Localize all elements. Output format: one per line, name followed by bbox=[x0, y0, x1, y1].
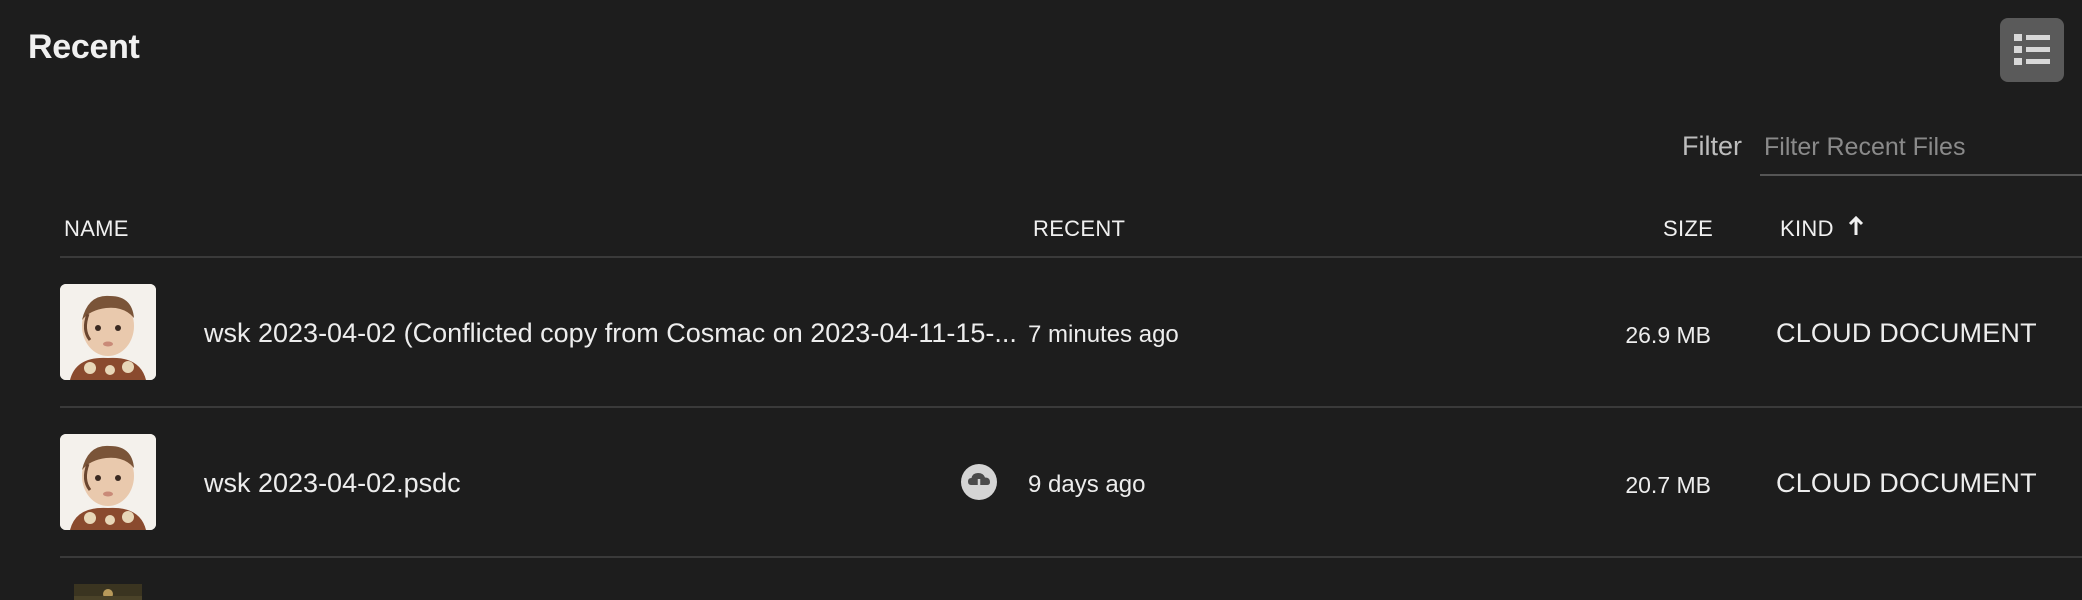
recent-time: 7 minutes ago bbox=[1028, 321, 1179, 348]
page-title: Recent bbox=[28, 28, 140, 66]
table-row[interactable]: wsk 2023-04-02 (Conflicted copy from Cos… bbox=[0, 257, 2082, 407]
file-kind: CLOUD DOCUMENT bbox=[1776, 318, 2037, 348]
column-header-kind-label: KIND bbox=[1780, 216, 1834, 241]
file-name: wsk 2023-04-02.psdc bbox=[204, 468, 461, 498]
cloud-download-icon[interactable] bbox=[960, 463, 998, 501]
file-name: wsk 2023-04-02 (Conflicted copy from Cos… bbox=[204, 318, 1017, 348]
list-view-icon bbox=[2014, 33, 2050, 67]
column-header-kind[interactable]: KIND bbox=[1780, 215, 1864, 242]
file-thumbnail bbox=[60, 434, 156, 530]
row-divider bbox=[60, 556, 2082, 558]
file-thumbnail bbox=[60, 284, 156, 380]
column-header-name[interactable]: NAME bbox=[64, 216, 129, 242]
column-header-size[interactable]: SIZE bbox=[1663, 216, 1713, 242]
file-thumbnail bbox=[74, 584, 142, 600]
recent-time: 9 days ago bbox=[1028, 471, 1146, 498]
table-row[interactable]: wsk 2023-04-02.psdc 9 days ago 20.7 MB C… bbox=[0, 407, 2082, 557]
file-kind: CLOUD DOCUMENT bbox=[1776, 468, 2037, 498]
column-header-recent[interactable]: RECENT bbox=[1033, 216, 1125, 242]
file-size: 20.7 MB bbox=[1625, 472, 1711, 498]
file-size: 26.9 MB bbox=[1625, 322, 1711, 348]
filter-input[interactable] bbox=[1760, 120, 2082, 176]
arrow-up-icon bbox=[1848, 215, 1864, 242]
filter-label: Filter bbox=[1682, 131, 1742, 161]
list-view-toggle-button[interactable] bbox=[2000, 18, 2064, 82]
